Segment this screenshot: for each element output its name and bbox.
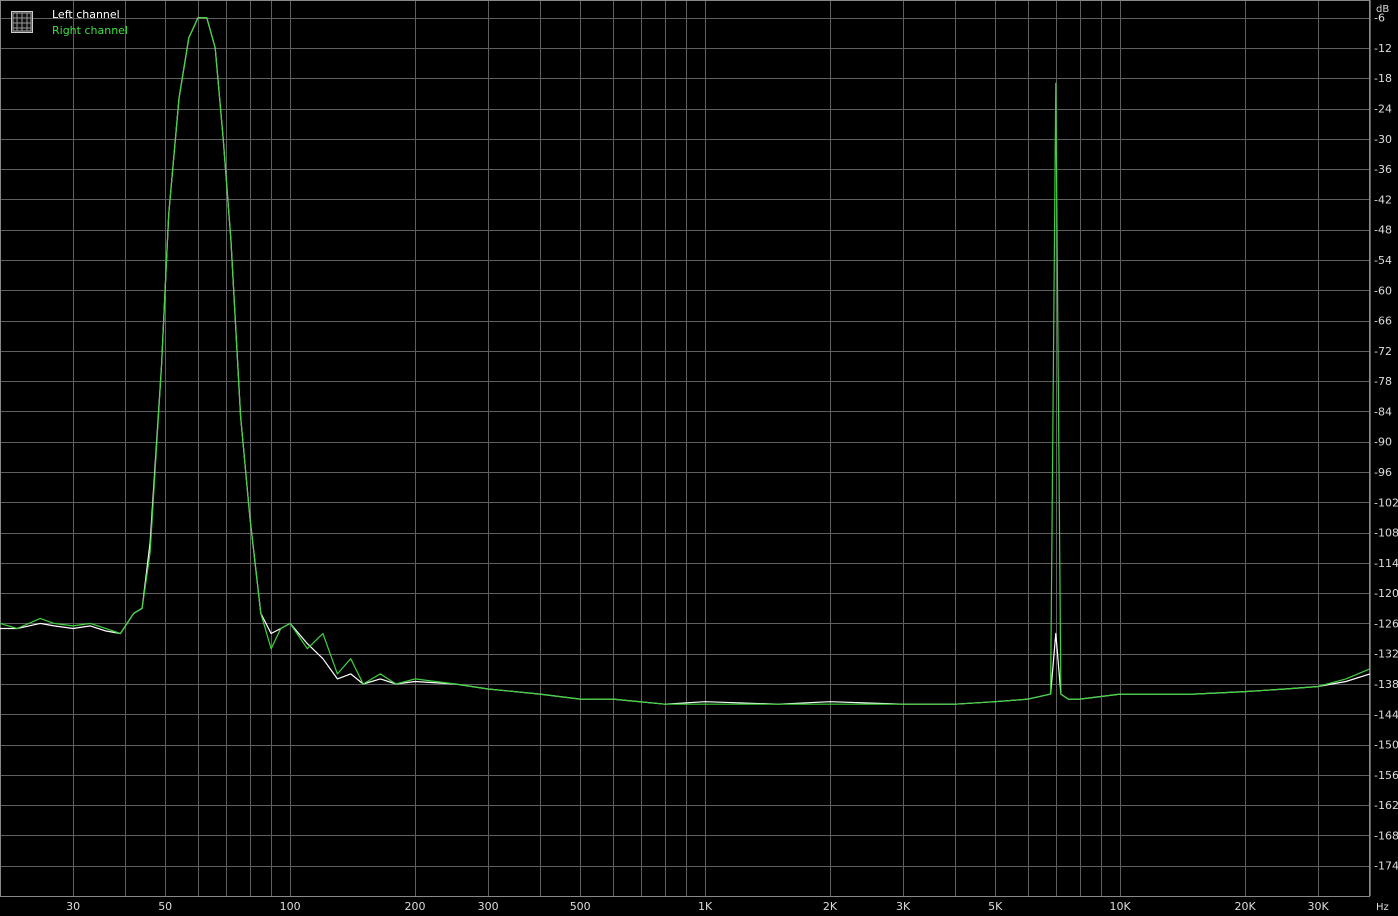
x-tick-label: 500 xyxy=(570,900,591,913)
y-tick-label: -84 xyxy=(1374,405,1392,418)
x-tick-label: 300 xyxy=(478,900,499,913)
y-tick-label: -108 xyxy=(1374,527,1398,540)
y-tick-label: -120 xyxy=(1374,587,1398,600)
y-tick-label: -30 xyxy=(1374,133,1392,146)
spectrum-chart: 30 50 100 200 300 500 1K 2K 3K 5K 10K 20K 30K -6-12-… xyxy=(0,0,1398,916)
y-tick-label: -126 xyxy=(1374,617,1398,630)
y-tick-label: -138 xyxy=(1374,678,1398,691)
y-tick-label: -162 xyxy=(1374,799,1398,812)
x-tick-label: 3K xyxy=(896,900,911,913)
y-tick-label: -132 xyxy=(1374,648,1398,661)
x-tick-label: 5K xyxy=(988,900,1003,913)
x-tick-label: 30 xyxy=(66,900,80,913)
y-tick-label: -114 xyxy=(1374,557,1398,570)
x-tick-label: 2K xyxy=(823,900,838,913)
y-unit-label: dB xyxy=(1376,4,1389,15)
y-tick-label: -42 xyxy=(1374,193,1392,206)
x-tick-label: 1K xyxy=(698,900,713,913)
x-tick-label: 200 xyxy=(405,900,426,913)
y-tick-label: -174 xyxy=(1374,860,1398,873)
y-tick-label: -12 xyxy=(1374,42,1392,55)
x-unit-label: Hz xyxy=(1376,902,1389,913)
y-tick-label: -72 xyxy=(1374,345,1392,358)
y-tick-label: -78 xyxy=(1374,375,1392,388)
y-tick-label: -90 xyxy=(1374,436,1392,449)
plot-background xyxy=(0,0,1398,916)
y-tick-label: -24 xyxy=(1374,103,1392,116)
x-tick-label: 20K xyxy=(1234,900,1256,913)
y-tick-label: -156 xyxy=(1374,769,1398,782)
y-tick-label: -48 xyxy=(1374,224,1392,237)
y-tick-label: -66 xyxy=(1374,315,1392,328)
spectrum-grid-icon xyxy=(11,11,33,33)
y-tick-label: -144 xyxy=(1374,708,1398,721)
x-tick-label: 30K xyxy=(1307,900,1329,913)
y-tick-label: -168 xyxy=(1374,829,1398,842)
y-tick-label: -18 xyxy=(1374,72,1392,85)
x-tick-label: 10K xyxy=(1109,900,1131,913)
legend-right-channel: Right channel xyxy=(52,24,128,37)
y-tick-label: -36 xyxy=(1374,163,1392,176)
y-tick-label: -102 xyxy=(1374,496,1398,509)
x-tick-label: 50 xyxy=(158,900,172,913)
y-tick-label: -150 xyxy=(1374,739,1398,752)
x-tick-label: 100 xyxy=(280,900,301,913)
legend-left-channel: Left channel xyxy=(52,8,120,21)
y-tick-label: -54 xyxy=(1374,254,1392,267)
y-tick-label: -96 xyxy=(1374,466,1392,479)
y-tick-label: -60 xyxy=(1374,284,1392,297)
